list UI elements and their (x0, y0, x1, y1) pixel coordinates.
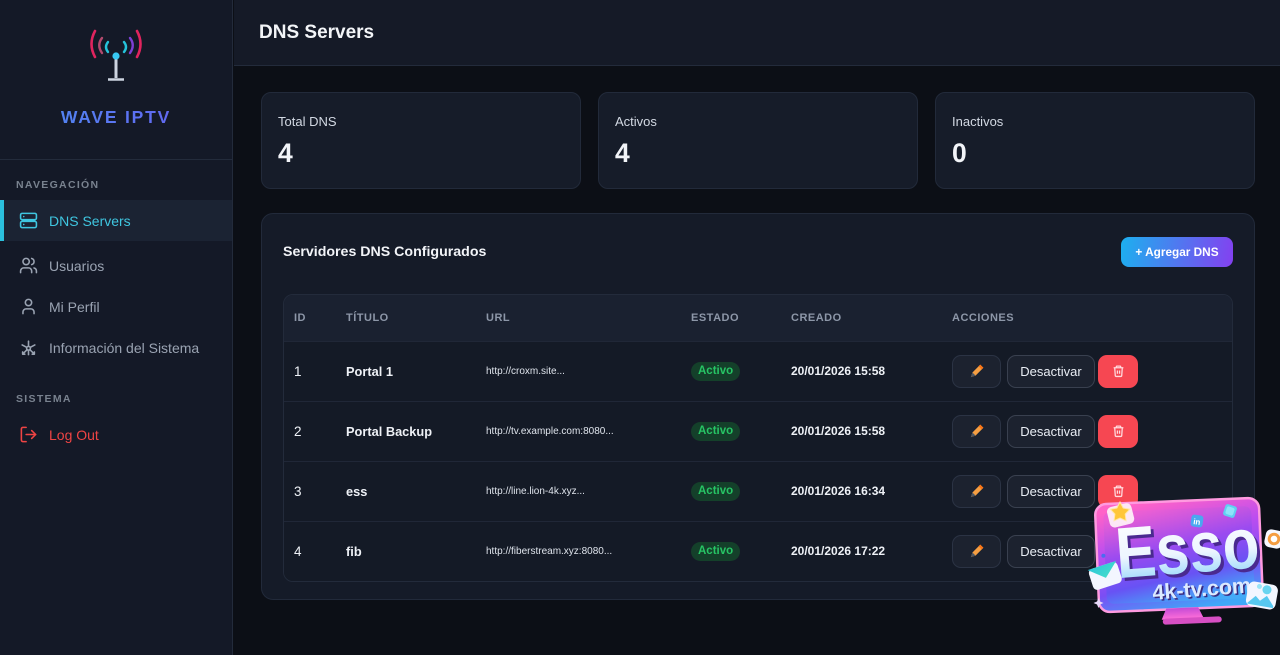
svg-text:in: in (1193, 517, 1201, 527)
